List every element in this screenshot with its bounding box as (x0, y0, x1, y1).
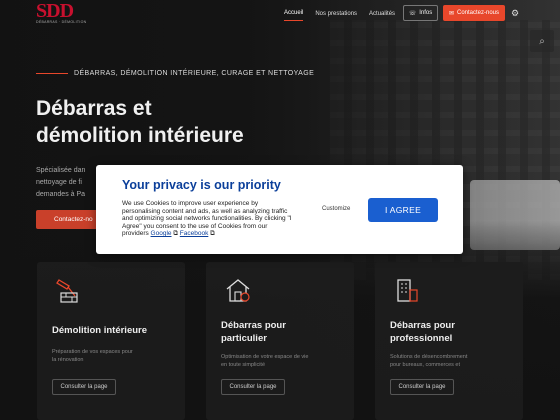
cookie-text: We use Cookies to improve user experienc… (122, 200, 294, 238)
google-link[interactable]: Google (151, 230, 172, 237)
agree-button[interactable]: I AGREE (368, 198, 438, 222)
external-link-icon: ⧉ (171, 230, 180, 237)
modal-overlay: Your privacy is our priority We use Cook… (0, 0, 560, 420)
external-link-icon: ⧉ (208, 230, 215, 237)
cookie-title: Your privacy is our priority (122, 178, 281, 192)
customize-button[interactable]: Customize (322, 206, 350, 212)
facebook-link[interactable]: Facebook (180, 230, 209, 237)
cookie-consent-dialog: Your privacy is our priority We use Cook… (96, 165, 463, 254)
